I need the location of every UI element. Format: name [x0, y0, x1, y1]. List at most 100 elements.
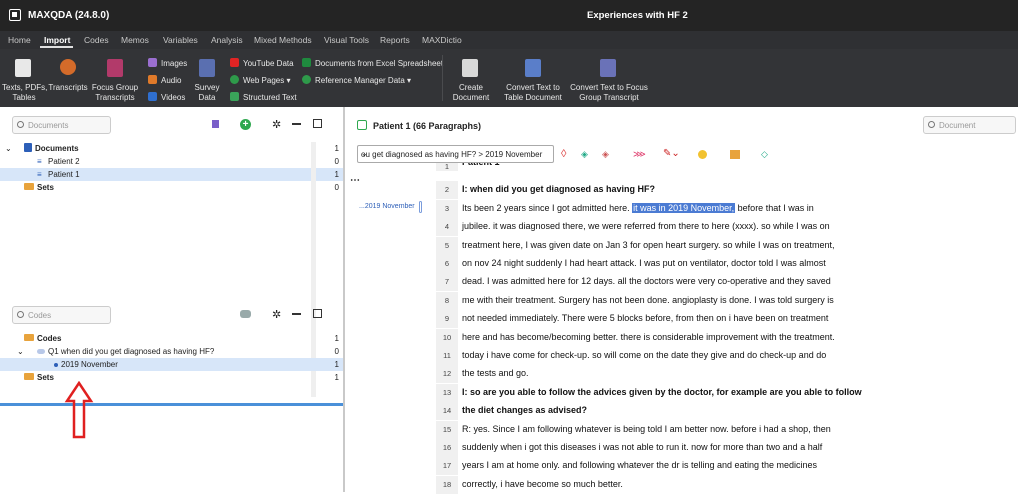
- code-with-new-icon[interactable]: ◈: [581, 148, 588, 160]
- highlight-codes-icon[interactable]: ⋙: [633, 148, 646, 160]
- paragraph-text[interactable]: correctly, i have become so much better.: [462, 479, 623, 489]
- paragraph-row[interactable]: 15 R: yes. Since I am following whatever …: [436, 420, 1018, 439]
- convert-table-button[interactable]: Convert Text to Table Document: [500, 83, 566, 103]
- reference-manager-button[interactable]: Reference Manager Data ▾: [302, 75, 411, 85]
- paragraph-row[interactable]: 10 here and has become/becoming better. t…: [436, 328, 1018, 347]
- codes-search-input[interactable]: Codes: [12, 306, 111, 324]
- paragraph-text[interactable]: the tests and go.: [462, 368, 529, 378]
- tab-maxdictio[interactable]: MAXDictio: [422, 35, 462, 45]
- document-item-patient-1[interactable]: ≡ Patient 1 1: [0, 168, 343, 181]
- code-item-q1[interactable]: ⌄ Q1 when did you get diagnosed as havin…: [0, 345, 343, 358]
- maximize-icon[interactable]: [313, 119, 322, 128]
- paragraph-row[interactable]: 12 the tests and go.: [436, 365, 1018, 384]
- add-icon[interactable]: +: [240, 119, 251, 130]
- code-stripe-label[interactable]: ...2019 November: [359, 203, 415, 210]
- youtube-data-button[interactable]: YouTube Data: [230, 58, 294, 68]
- paragraph-text[interactable]: treatment here, I was given date on Jan …: [462, 240, 835, 250]
- more-options-icon[interactable]: ⋯: [350, 175, 360, 186]
- convert-focus-group-button[interactable]: Convert Text to Focus Group Transcript: [567, 83, 651, 103]
- codes-root[interactable]: Codes 1: [0, 332, 343, 345]
- gear-icon[interactable]: ✲: [272, 308, 281, 321]
- code-navigation-dropdown[interactable]: ou get diagnosed as having HF? > 2019 No…: [357, 145, 554, 163]
- tab-mixed-methods[interactable]: Mixed Methods: [254, 35, 312, 45]
- paragraph-row[interactable]: 7 dead. I was admitted here for 12 days. …: [436, 273, 1018, 292]
- emoticode-icon[interactable]: [698, 150, 707, 159]
- paragraph-row[interactable]: 6 on nov 24 night suddenly I had heart at…: [436, 255, 1018, 273]
- create-document-button[interactable]: Create Document: [448, 83, 494, 103]
- excel-import-button[interactable]: Documents from Excel Spreadsheet: [302, 58, 443, 68]
- paragraph-row[interactable]: 8 me with their treatment. Surgery has no…: [436, 291, 1018, 310]
- highlighter-icon[interactable]: ✎⌄: [663, 148, 680, 160]
- videos-button[interactable]: Videos: [148, 92, 185, 102]
- paragraph-row[interactable]: 5 treatment here, I was given date on Jan…: [436, 236, 1018, 255]
- focus-group-button[interactable]: Focus Group Transcripts: [90, 83, 140, 103]
- paragraph-text[interactable]: years I am at home only. and following w…: [462, 460, 817, 470]
- document-item-patient-2[interactable]: ≡ Patient 2 0: [0, 155, 343, 168]
- paragraph-text[interactable]: me with their treatment. Surgery has not…: [462, 295, 834, 305]
- paragraph-row[interactable]: 13 I: so are you able to follow the advic…: [436, 383, 1018, 402]
- minimize-icon[interactable]: [292, 313, 301, 315]
- paragraph-text[interactable]: jubilee. it was diagnosed there, we were…: [462, 221, 830, 231]
- maximize-icon[interactable]: [313, 309, 322, 318]
- paragraph-row[interactable]: 17 years I am at home only. and following…: [436, 457, 1018, 476]
- paragraph-text[interactable]: the diet changes as advised?: [462, 405, 587, 415]
- link-icon[interactable]: ◇: [761, 148, 768, 160]
- new-code-icon[interactable]: [240, 310, 251, 318]
- tab-variables[interactable]: Variables: [163, 35, 198, 45]
- tab-import[interactable]: Import: [44, 35, 70, 45]
- edit-icon[interactable]: [357, 120, 367, 130]
- code-item-2019-november[interactable]: 2019 November 1: [0, 358, 343, 371]
- paragraph-text[interactable]: not needed immediately. There were 5 blo…: [462, 313, 828, 323]
- paragraph-text[interactable]: on nov 24 night suddenly I had heart att…: [462, 258, 826, 268]
- code-marker-icon[interactable]: ◊: [561, 148, 566, 160]
- minimize-icon[interactable]: [292, 123, 301, 125]
- documents-search-input[interactable]: Documents: [12, 116, 111, 134]
- paragraph-row[interactable]: 14 the diet changes as advised?: [436, 402, 1018, 421]
- paragraph-text[interactable]: today i have come for check-up. so will …: [462, 350, 826, 360]
- tab-analysis[interactable]: Analysis: [211, 35, 243, 45]
- paragraph-text[interactable]: Its been 2 years since I got admitted he…: [462, 202, 814, 213]
- audio-button[interactable]: Audio: [148, 75, 181, 85]
- paragraph-text[interactable]: I: so are you able to follow the advices…: [462, 387, 862, 397]
- paragraph-row[interactable]: 2 I: when did you get diagnosed as having…: [436, 181, 1018, 200]
- paragraph-number: 4: [436, 218, 458, 237]
- paragraph-text[interactable]: Patient 1: [462, 163, 500, 167]
- paragraph-text[interactable]: I: when did you get diagnosed as having …: [462, 184, 655, 194]
- text-segment[interactable]: Its been 2 years since I got admitted he…: [462, 203, 632, 213]
- paragraph-row[interactable]: 11 today i have come for check-up. so wil…: [436, 347, 1018, 365]
- text-segment[interactable]: before that I was in: [735, 203, 814, 213]
- web-pages-button[interactable]: Web Pages ▾: [230, 75, 290, 85]
- images-button[interactable]: Images: [148, 58, 187, 68]
- structured-text-button[interactable]: Structured Text: [230, 92, 297, 102]
- paragraph-text[interactable]: here and has become/becoming better. the…: [462, 332, 835, 342]
- tab-visual-tools[interactable]: Visual Tools: [324, 35, 369, 45]
- tab-home[interactable]: Home: [8, 35, 31, 45]
- tab-reports[interactable]: Reports: [380, 35, 410, 45]
- paragraph-row[interactable]: 4 jubilee. it was diagnosed there, we wer…: [436, 218, 1018, 237]
- pane-divider[interactable]: [0, 403, 343, 406]
- survey-data-button[interactable]: Survey Data: [190, 83, 224, 103]
- coded-segment-highlight[interactable]: it was in 2019 November,: [632, 202, 736, 213]
- paragraph-row[interactable]: 1 Patient 1: [436, 163, 1018, 171]
- document-search-input[interactable]: Document: [923, 116, 1016, 134]
- paragraph-text[interactable]: R: yes. Since I am following whatever is…: [462, 424, 831, 434]
- new-document-icon[interactable]: [212, 120, 219, 128]
- memo-icon[interactable]: [730, 150, 740, 159]
- paragraph-text[interactable]: dead. I was admitted here for 12 days. a…: [462, 276, 831, 286]
- gear-icon[interactable]: ✲: [272, 118, 281, 131]
- texts-pdfs-tables-button[interactable]: Texts, PDFs, Tables: [2, 83, 47, 103]
- paragraph-text[interactable]: suddenly when i got this diseases i was …: [462, 442, 822, 452]
- paragraph-row[interactable]: 18 correctly, i have become so much bette…: [436, 475, 1018, 494]
- tab-memos[interactable]: Memos: [121, 35, 149, 45]
- code-stripe-bracket[interactable]: [419, 201, 422, 213]
- transcripts-button[interactable]: Transcripts: [48, 83, 88, 93]
- tab-codes[interactable]: Codes: [84, 35, 109, 45]
- code-with-recent-icon[interactable]: ◈: [602, 148, 609, 160]
- paragraph-row[interactable]: 3 Its been 2 years since I got admitted h…: [436, 199, 1018, 218]
- paragraph-row[interactable]: 16 suddenly when i got this diseases i wa…: [436, 439, 1018, 457]
- documents-root[interactable]: ⌄ Documents 1: [0, 142, 343, 155]
- document-sets[interactable]: Sets 0: [0, 181, 343, 194]
- survey-icon: [199, 59, 215, 77]
- code-sets[interactable]: Sets 1: [0, 371, 343, 384]
- paragraph-row[interactable]: 9 not needed immediately. There were 5 bl…: [436, 310, 1018, 329]
